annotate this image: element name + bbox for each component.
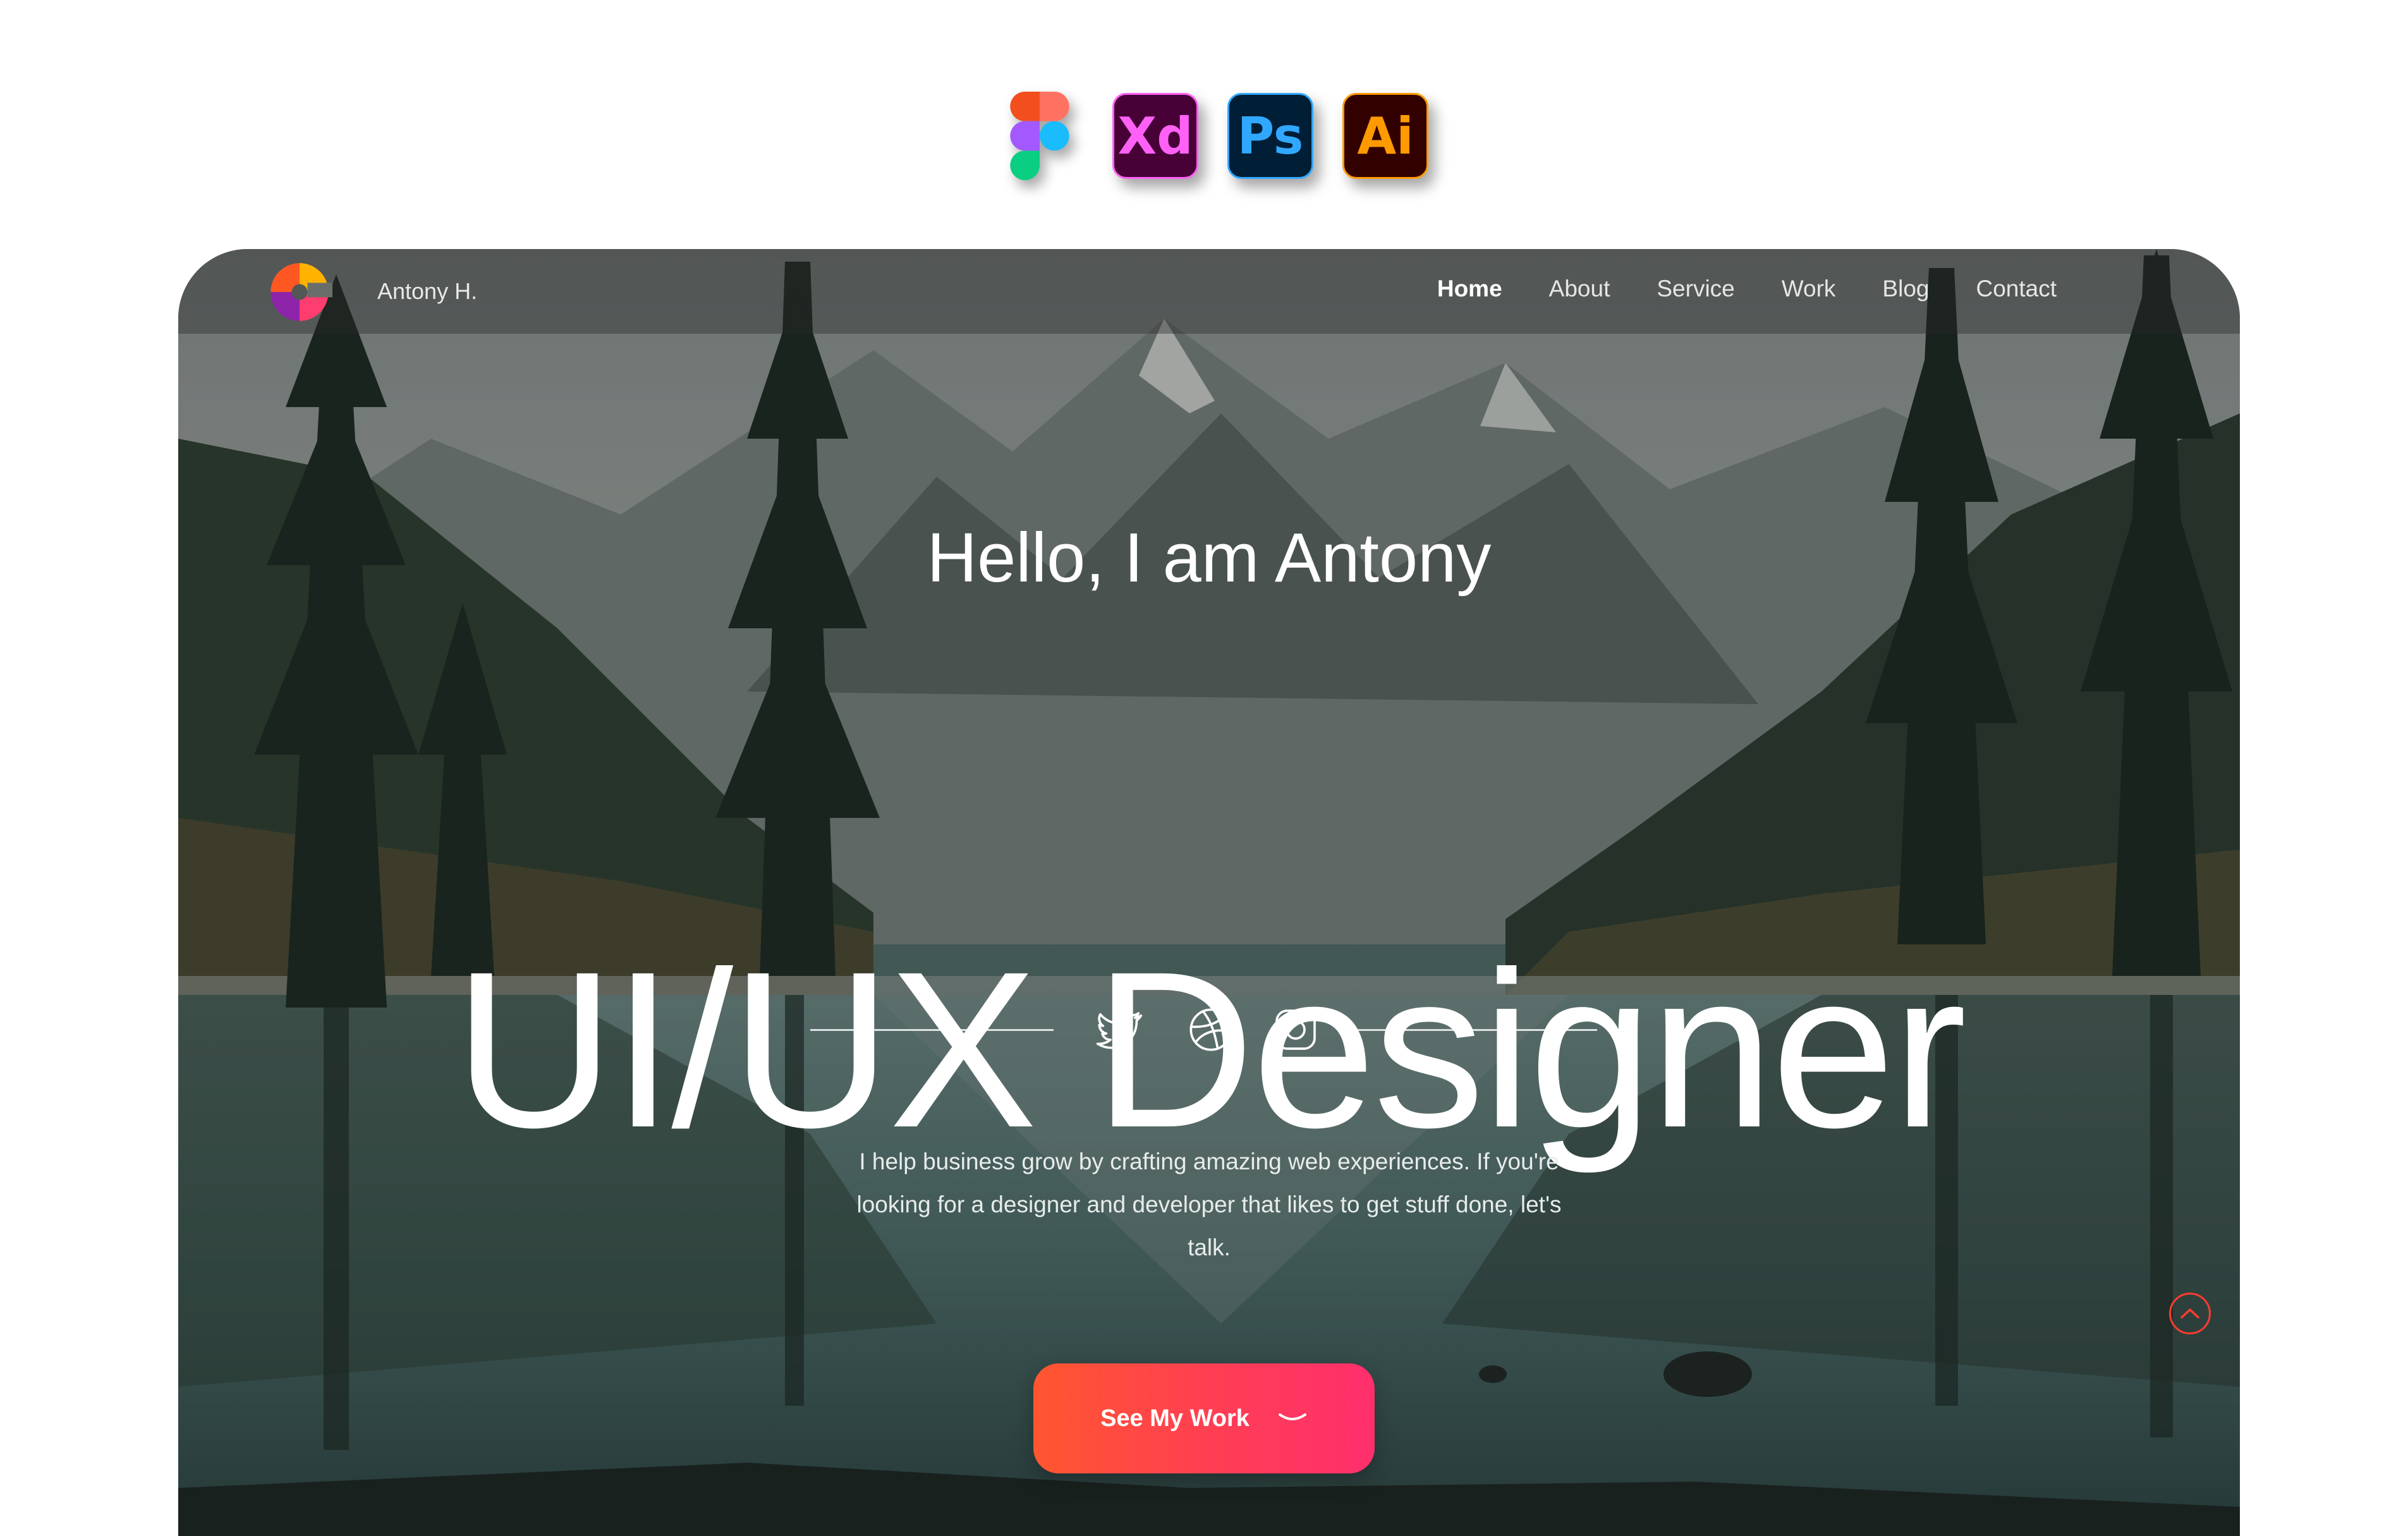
nav-service[interactable]: Service (1657, 276, 1734, 302)
top-navbar: Antony H. Home About Service Work Blog C… (178, 249, 2240, 334)
illustrator-icon: Ai (1342, 93, 1428, 179)
scroll-to-top-button[interactable] (2169, 1293, 2211, 1334)
hero-greeting: Hello, I am Antony (927, 519, 1492, 597)
nav-blog[interactable]: Blog (1882, 276, 1929, 302)
nav-work[interactable]: Work (1782, 276, 1836, 302)
dark-overlay (178, 249, 2240, 1536)
adobe-xd-label: Xd (1117, 106, 1193, 166)
illustrator-label: Ai (1357, 106, 1414, 166)
see-my-work-button[interactable]: See My Work (1033, 1363, 1375, 1473)
brand-name[interactable]: Antony H. (377, 278, 477, 305)
dribbble-icon[interactable] (1186, 1004, 1236, 1055)
adobe-xd-icon: Xd (1112, 93, 1198, 179)
instagram-icon[interactable] (1270, 1004, 1321, 1055)
divider-right (1354, 1029, 1597, 1031)
photoshop-icon: Ps (1227, 93, 1313, 179)
main-nav: Home About Service Work Blog Contact (1390, 276, 2057, 302)
nav-home[interactable]: Home (1437, 276, 1502, 302)
nav-contact[interactable]: Contact (1976, 276, 2057, 302)
figma-icon (1005, 92, 1074, 180)
photoshop-label: Ps (1237, 106, 1304, 166)
nav-about[interactable]: About (1549, 276, 1610, 302)
tool-icons-row: Xd Ps Ai (1005, 92, 1457, 180)
brand-logo-icon[interactable] (267, 259, 332, 325)
hero-bio: I help business grow by crafting amazing… (856, 1149, 1562, 1260)
chevron-up-icon (2180, 1308, 2199, 1319)
hero-section: Antony H. Home About Service Work Blog C… (178, 249, 2240, 1536)
twitter-icon[interactable] (1093, 1004, 1144, 1055)
chevron-down-icon (1278, 1413, 1306, 1420)
divider-left (810, 1029, 1054, 1031)
cta-label: See My Work (1100, 1405, 1250, 1432)
